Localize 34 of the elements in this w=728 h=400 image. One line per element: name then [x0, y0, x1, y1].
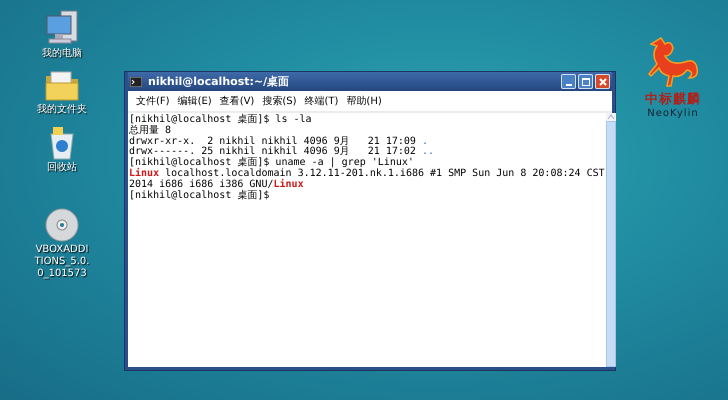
close-icon: [598, 78, 606, 86]
disc-icon[interactable]: [45, 208, 79, 242]
menu-item[interactable]: 终端(T): [304, 94, 338, 108]
desktop-icon-label[interactable]: 我的文件夹: [34, 104, 90, 116]
scroll-bar[interactable]: [606, 113, 616, 367]
menu-item[interactable]: 搜索(S): [262, 94, 296, 108]
computer-icon[interactable]: [45, 10, 79, 46]
maximize-button[interactable]: [578, 74, 593, 89]
terminal-line: drwxr-xr-x. 2 nikhil nikhil 4096 9月 21 17:09 .: [129, 136, 428, 147]
trash-icon[interactable]: [48, 126, 76, 160]
window-title: nikhil@localhost:~/桌面: [148, 74, 290, 89]
terminal-line: 总用量 8: [129, 126, 172, 136]
terminal-line: Linux localhost.localdomain 3.12.11-201.nk.1.i686 #1 SMP Sun Jun 8 20:08:24 CST: [129, 168, 605, 179]
terminal-line: [nikhil@localhost 桌面]$ ls -la: [129, 115, 312, 125]
minimize-icon: [566, 84, 572, 86]
terminal-icon: [130, 76, 142, 86]
desktop-icon-label[interactable]: 回收站: [34, 162, 90, 174]
close-button[interactable]: [595, 74, 610, 89]
menu-item[interactable]: 帮助(H): [346, 94, 382, 108]
minimize-button[interactable]: [561, 74, 576, 89]
scroll-up-icon[interactable]: [606, 113, 616, 121]
terminal-line: [nikhil@localhost 桌面]$: [129, 190, 270, 202]
terminal-line: drwx------. 25 nikhil nikhil 4096 9月 21 17:02 ..: [129, 147, 434, 158]
terminal-line: 2014 i686 i686 i386 GNU/Linux: [129, 180, 304, 190]
desktop-icon-label[interactable]: 我的电脑: [34, 48, 90, 60]
terminal-line: [nikhil@localhost 桌面]$ uname -a | grep 'Linux': [129, 158, 414, 168]
desktop-icon-label[interactable]: VBOXADDITIONS_5.0.0_101573: [34, 244, 90, 280]
menu-item[interactable]: 文件(F): [136, 94, 170, 108]
menu-item[interactable]: 查看(V): [220, 94, 254, 108]
logo-title: 中标麒麟: [645, 90, 701, 108]
menu-item[interactable]: 编辑(E): [178, 94, 212, 108]
logo-subtitle: NeoKylin: [647, 108, 699, 119]
folder-icon[interactable]: [44, 70, 80, 102]
maximize-icon: [582, 78, 590, 86]
